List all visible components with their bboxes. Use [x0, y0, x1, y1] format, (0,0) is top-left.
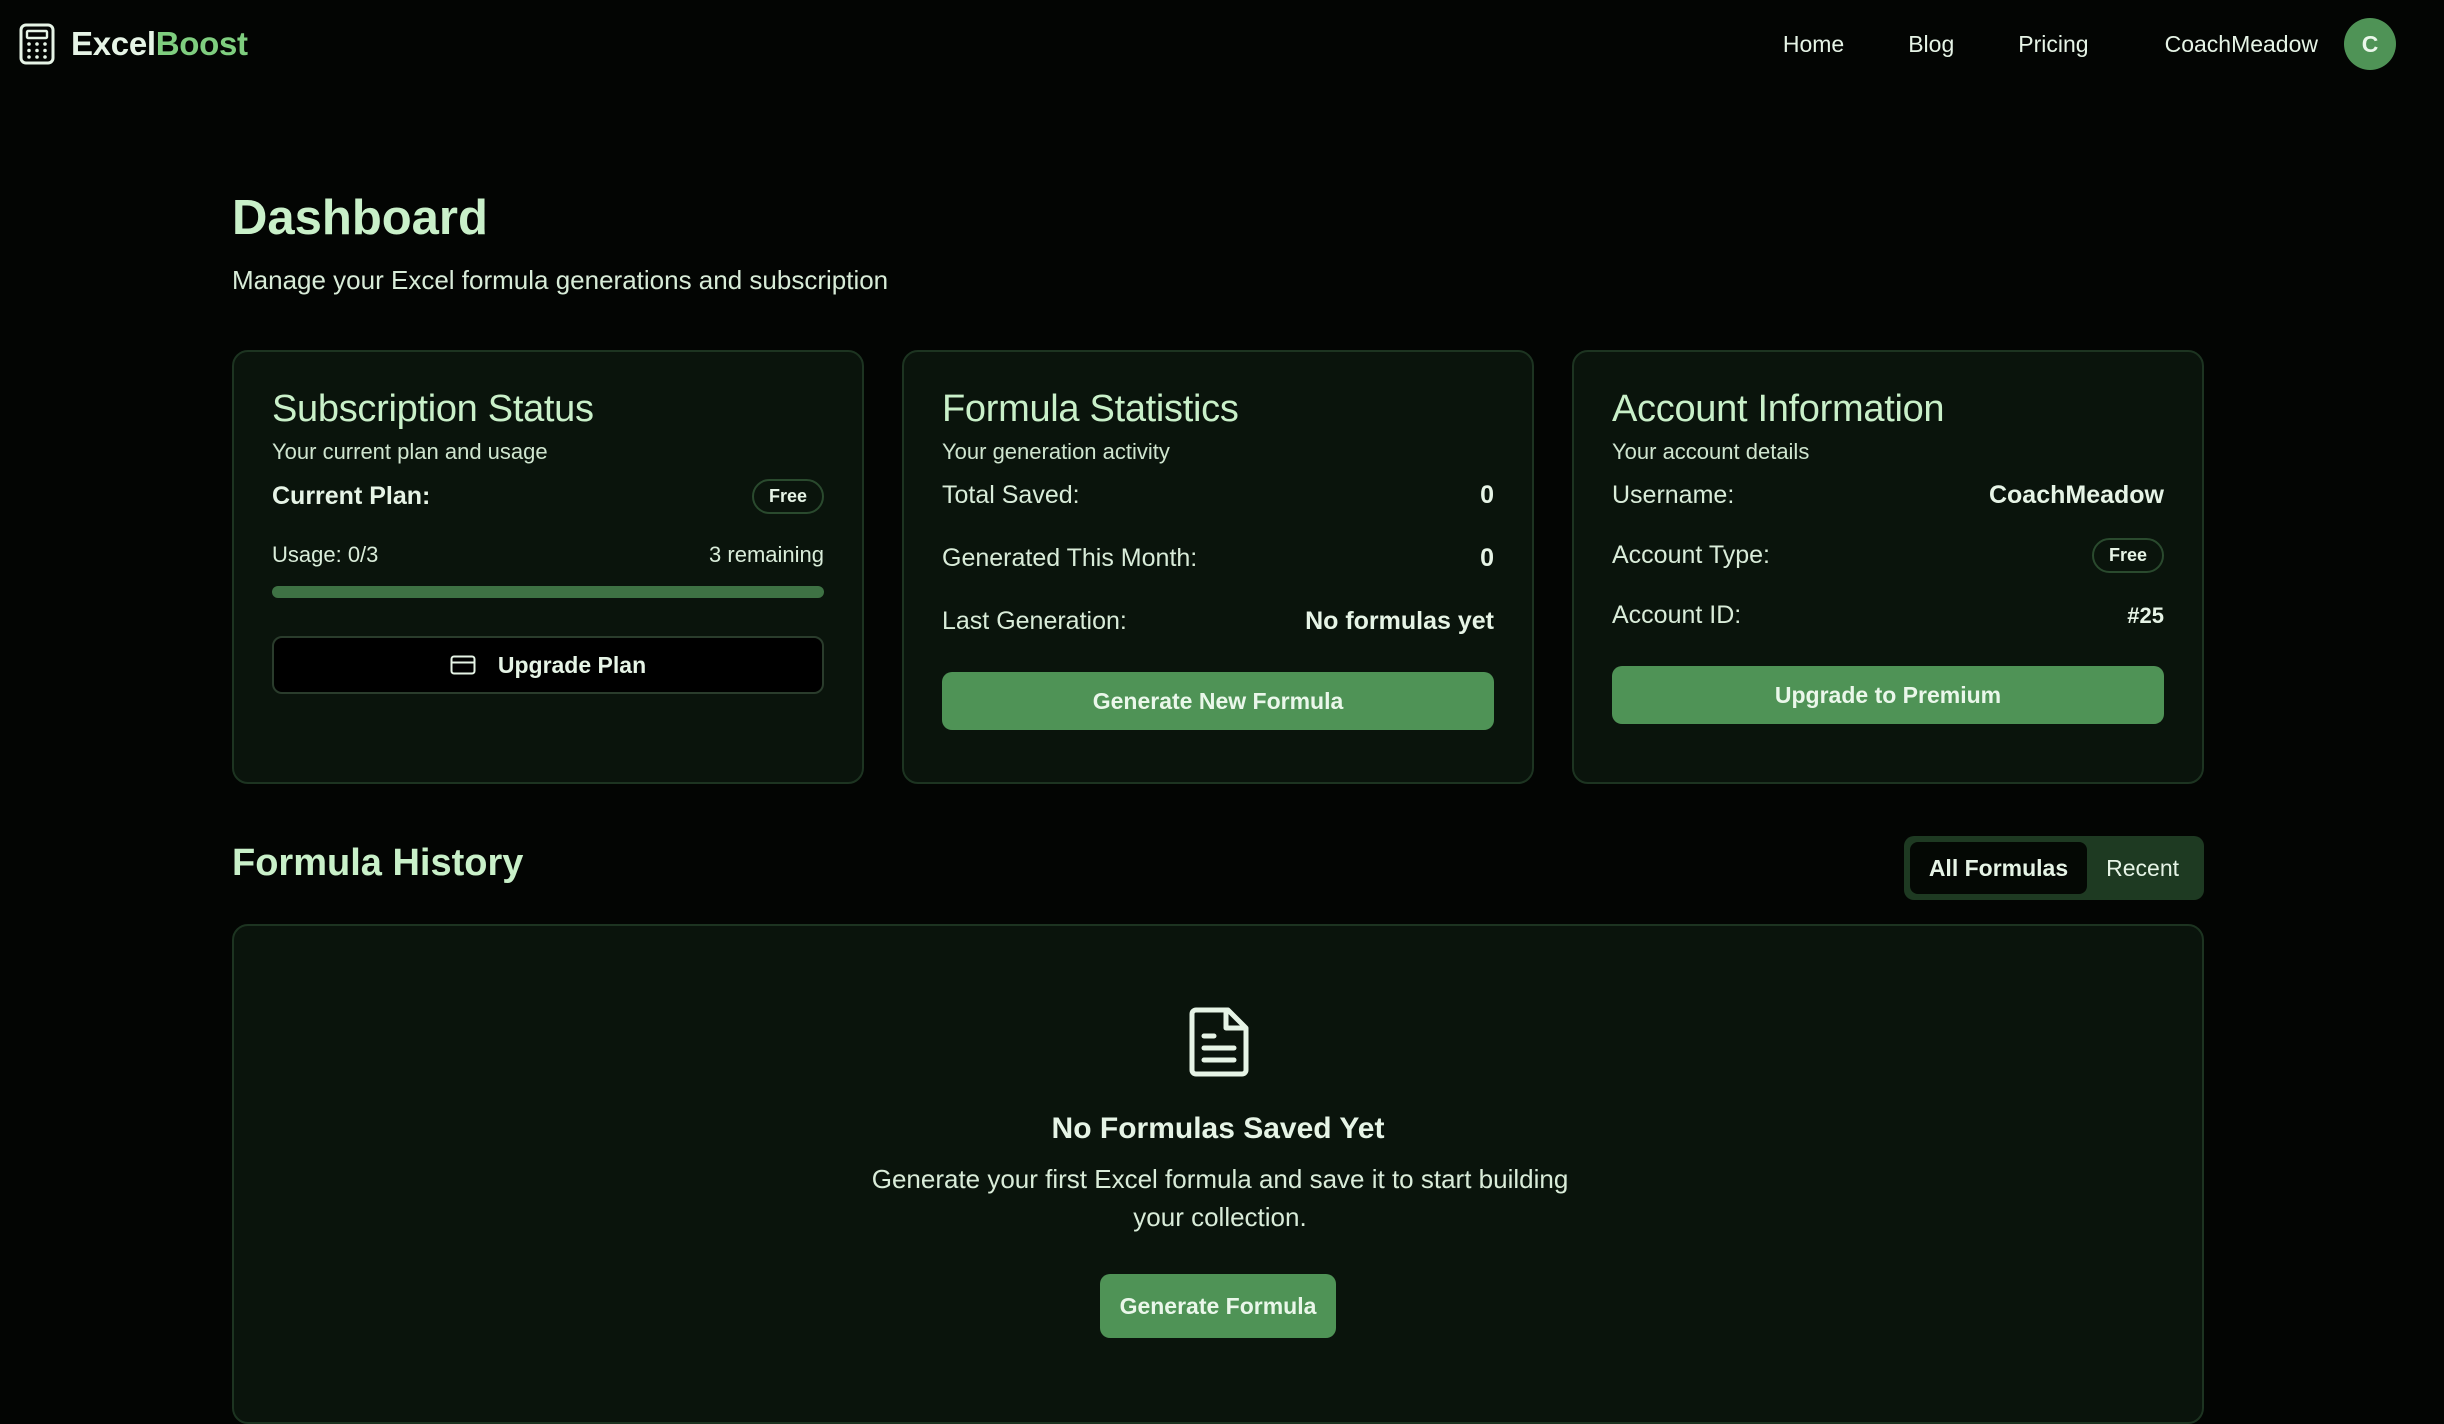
formula-history-panel: No Formulas Saved Yet Generate your firs… — [232, 924, 2204, 1424]
account-type-label: Account Type: — [1612, 541, 1770, 569]
stats-card: Formula Statistics Your generation activ… — [902, 350, 1534, 784]
account-id-row: Account ID: #25 — [1612, 601, 2164, 630]
stat-row-total-saved: Total Saved: 0 — [942, 481, 1494, 510]
usage-row: Usage: 0/3 3 remaining — [272, 542, 824, 568]
stat-value: No formulas yet — [1305, 607, 1494, 635]
stat-value: 0 — [1480, 544, 1494, 572]
account-card-title: Account Information — [1612, 388, 1945, 430]
file-text-icon — [1189, 1007, 1249, 1077]
brand-name: ExcelBoost — [71, 25, 248, 63]
subscription-card-title: Subscription Status — [272, 388, 594, 430]
stats-card-description: Your generation activity — [942, 439, 1170, 464]
brand-name-boost: Boost — [155, 25, 248, 62]
history-tabs: All Formulas Recent — [1903, 836, 2204, 900]
page-title: Dashboard — [232, 191, 488, 245]
account-username-label: Username: — [1612, 481, 1735, 509]
stats-card-title: Formula Statistics — [942, 388, 1239, 430]
account-id-value: #25 — [2127, 602, 2164, 628]
nav-link-blog[interactable]: Blog — [1908, 31, 1954, 58]
generate-new-formula-button[interactable]: Generate New Formula — [942, 672, 1494, 730]
empty-state-title: No Formulas Saved Yet — [1051, 1112, 1385, 1145]
top-navbar: ExcelBoost Home Blog Pricing CoachMeadow… — [0, 0, 2444, 88]
account-id-label: Account ID: — [1612, 601, 1742, 629]
current-plan-row: Current Plan: Free — [272, 479, 824, 514]
credit-card-icon — [450, 655, 476, 675]
tab-all-formulas[interactable]: All Formulas — [1909, 842, 2088, 894]
stat-row-last-generation: Last Generation: No formulas yet — [942, 607, 1494, 636]
account-card-description: Your account details — [1612, 439, 1810, 464]
dashboard-cards: Subscription Status Your current plan an… — [232, 350, 2204, 784]
avatar[interactable]: C — [2344, 18, 2396, 70]
brand-name-excel: Excel — [71, 25, 156, 62]
subscription-card: Subscription Status Your current plan an… — [232, 350, 864, 784]
stat-row-generated-month: Generated This Month: 0 — [942, 544, 1494, 573]
stat-label: Total Saved: — [942, 481, 1080, 509]
account-username-row: Username: CoachMeadow — [1612, 481, 2164, 510]
generate-formula-button[interactable]: Generate Formula — [1100, 1274, 1336, 1338]
nav-username[interactable]: CoachMeadow — [2165, 31, 2318, 58]
calculator-icon — [19, 23, 55, 65]
account-username-value: CoachMeadow — [1988, 481, 2164, 509]
account-type-row: Account Type: Free — [1612, 538, 2164, 573]
nav-links: Home Blog Pricing CoachMeadow C — [1783, 0, 2396, 88]
usage-progress-bar — [272, 586, 824, 598]
stat-label: Last Generation: — [942, 607, 1127, 635]
account-type-badge: Free — [2091, 538, 2164, 573]
usage-label: Usage: 0/3 — [272, 542, 379, 567]
brand-logo[interactable]: ExcelBoost — [19, 23, 248, 65]
stat-label: Generated This Month: — [942, 544, 1198, 572]
upgrade-plan-label: Upgrade Plan — [497, 651, 647, 678]
subscription-card-description: Your current plan and usage — [272, 439, 548, 464]
plan-badge: Free — [751, 479, 824, 514]
stat-value: 0 — [1480, 481, 1494, 509]
upgrade-to-premium-button[interactable]: Upgrade to Premium — [1612, 666, 2164, 724]
nav-link-home[interactable]: Home — [1783, 31, 1844, 58]
page-subtitle: Manage your Excel formula generations an… — [232, 265, 889, 295]
account-card: Account Information Your account details… — [1572, 350, 2204, 784]
nav-link-pricing[interactable]: Pricing — [2018, 31, 2088, 58]
empty-state-description: Generate your first Excel formula and sa… — [871, 1164, 1569, 1232]
tab-recent[interactable]: Recent — [2087, 842, 2198, 894]
upgrade-plan-button[interactable]: Upgrade Plan — [272, 636, 824, 694]
formula-history-title: Formula History — [232, 842, 524, 884]
current-plan-label: Current Plan: — [272, 482, 431, 510]
usage-remaining: 3 remaining — [709, 542, 824, 567]
